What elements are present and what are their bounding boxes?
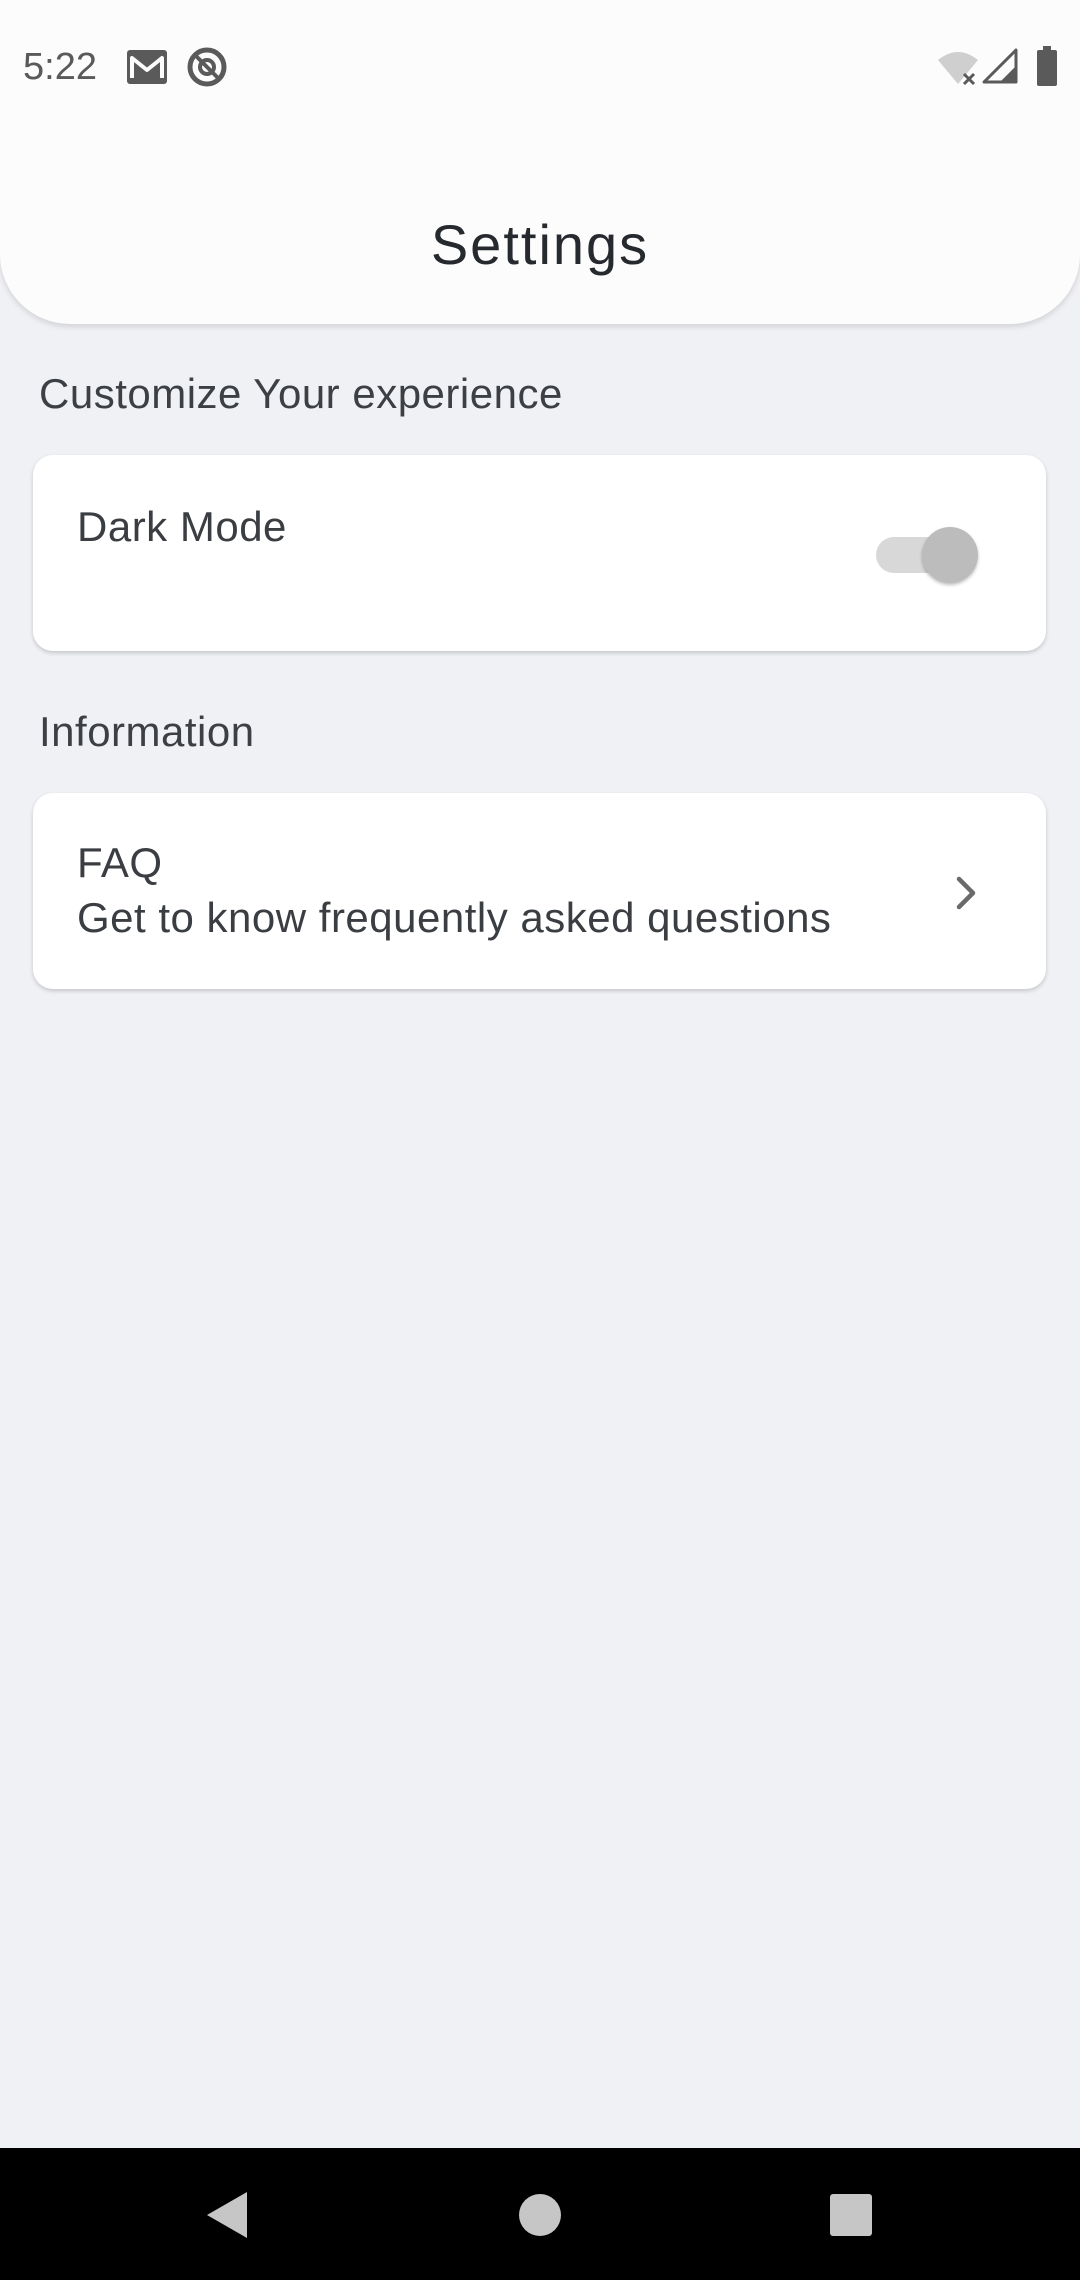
toggle-thumb[interactable] bbox=[922, 527, 978, 583]
wifi-off-icon bbox=[936, 50, 980, 91]
status-time: 5:22 bbox=[23, 46, 97, 88]
status-bar: 5:22 bbox=[0, 0, 1080, 136]
section-label-customize: Customize Your experience bbox=[39, 370, 563, 417]
battery-icon bbox=[1036, 46, 1058, 91]
gmail-icon bbox=[126, 49, 168, 90]
chevron-right-icon bbox=[951, 873, 981, 918]
faq-card[interactable]: FAQ Get to know frequently asked questio… bbox=[33, 793, 1046, 989]
back-icon[interactable] bbox=[203, 2190, 249, 2245]
at-sign-icon bbox=[186, 46, 228, 93]
dark-mode-card[interactable]: Dark Mode bbox=[33, 455, 1046, 651]
faq-subtitle: Get to know frequently asked questions bbox=[77, 894, 832, 941]
app-header: 5:22 Settings bbox=[0, 0, 1080, 324]
faq-title: FAQ bbox=[77, 839, 163, 886]
cell-signal-icon bbox=[982, 48, 1018, 89]
section-label-information: Information bbox=[39, 708, 255, 755]
recents-icon[interactable] bbox=[829, 2193, 873, 2242]
page-title: Settings bbox=[430, 213, 650, 276]
navigation-bar bbox=[0, 2148, 1080, 2280]
home-icon[interactable] bbox=[518, 2193, 562, 2242]
dark-mode-label: Dark Mode bbox=[77, 503, 287, 550]
